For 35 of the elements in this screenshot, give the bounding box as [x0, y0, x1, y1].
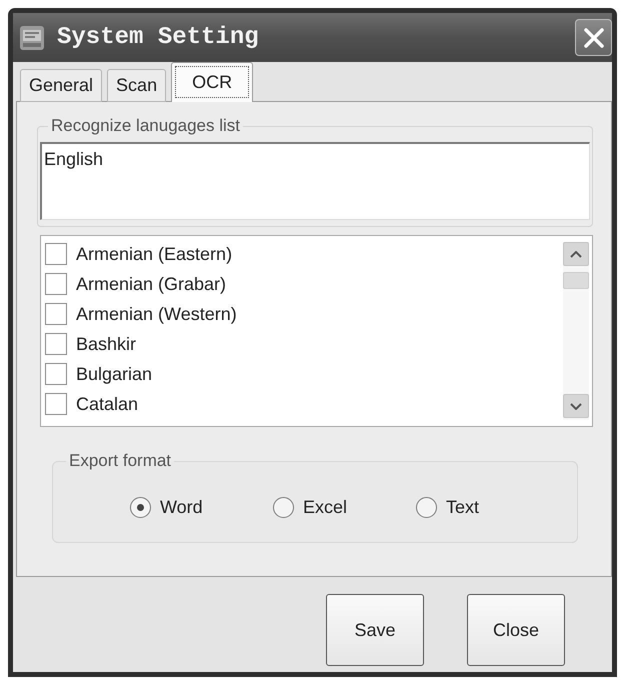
tab[interactable]: General — [20, 69, 102, 102]
chevron-down-icon — [570, 402, 582, 410]
scroll-up-button[interactable] — [563, 242, 589, 266]
language-label[interactable]: Bashkir — [76, 333, 136, 355]
radio-button[interactable] — [273, 496, 294, 518]
scrollbar-thumb[interactable] — [563, 272, 589, 289]
dialog-button[interactable]: Close — [467, 594, 565, 666]
tab[interactable]: Scan — [107, 69, 166, 102]
checkbox[interactable] — [45, 393, 67, 415]
chevron-up-icon — [570, 250, 582, 258]
close-icon — [582, 26, 604, 48]
scroll-down-button[interactable] — [563, 394, 589, 418]
group-label: Recognize lanugages list — [50, 116, 242, 136]
app-icon — [20, 26, 44, 50]
close-button[interactable] — [575, 19, 612, 56]
recognize-languages-field[interactable]: English — [40, 142, 590, 220]
group-label: Export format — [68, 451, 172, 471]
radio-label[interactable]: Excel — [303, 496, 348, 518]
radio-label[interactable]: Text — [446, 496, 480, 518]
checkbox[interactable] — [45, 303, 67, 325]
checkbox[interactable] — [45, 333, 67, 355]
language-label[interactable]: Armenian (Grabar) — [76, 273, 226, 295]
language-label[interactable]: Catalan — [76, 393, 138, 415]
checkbox[interactable] — [45, 363, 67, 385]
dialog-button[interactable]: Save — [326, 594, 424, 666]
window-title: System Setting — [57, 26, 259, 50]
language-label[interactable]: Armenian (Eastern) — [76, 243, 232, 265]
checkbox[interactable] — [45, 273, 67, 295]
checkbox[interactable] — [45, 243, 67, 265]
tab[interactable]: OCR — [171, 62, 254, 102]
language-label[interactable]: Bulgarian — [76, 363, 152, 385]
language-label[interactable]: Armenian (Western) — [76, 303, 237, 325]
radio-button[interactable] — [130, 496, 151, 518]
radio-button[interactable] — [416, 496, 437, 518]
radio-label[interactable]: Word — [160, 496, 203, 518]
